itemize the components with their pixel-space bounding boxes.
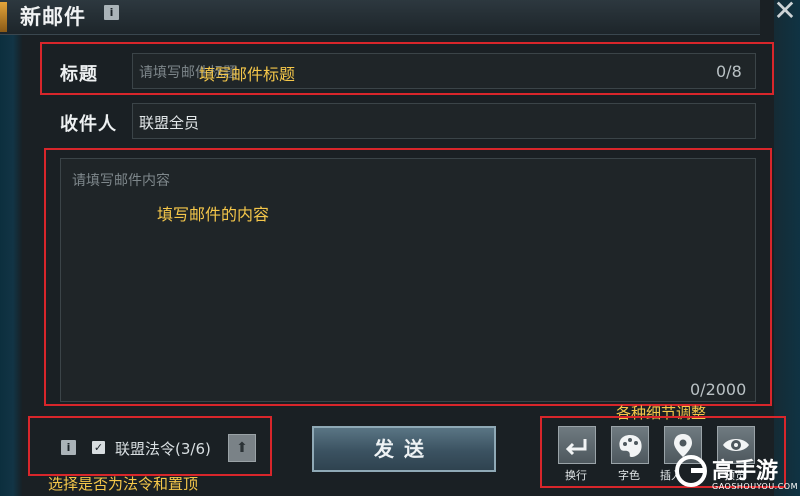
font-color-button[interactable]	[611, 426, 649, 464]
newline-label: 换行	[565, 469, 587, 482]
options-highlight-box	[28, 416, 272, 476]
recipient-value: 联盟全员	[139, 114, 200, 132]
recipient-label: 收件人	[60, 114, 117, 135]
watermark-subtext: GAOSHOUYOU.COM	[712, 482, 799, 491]
newline-button[interactable]	[558, 426, 596, 464]
palette-icon	[619, 435, 642, 457]
title-bar: 新邮件 i	[0, 0, 760, 35]
title-accent-bar	[0, 2, 7, 32]
watermark-logo: 高手游 GAOSHOUYOU.COM	[672, 450, 800, 496]
close-icon[interactable]: ✕	[770, 0, 800, 26]
info-icon[interactable]: i	[104, 5, 119, 20]
recipient-field	[132, 103, 756, 139]
options-annotation: 选择是否为法令和置顶	[48, 475, 199, 493]
window-title: 新邮件	[20, 4, 86, 29]
watermark-g-icon	[675, 455, 707, 487]
font-color-label: 字色	[618, 469, 640, 482]
subject-highlight-box	[40, 42, 774, 95]
send-button[interactable]: 发送	[312, 426, 496, 472]
watermark-text: 高手游	[712, 459, 779, 484]
body-highlight-box	[44, 148, 772, 406]
background-left-glow	[0, 0, 22, 496]
return-icon	[565, 439, 587, 456]
